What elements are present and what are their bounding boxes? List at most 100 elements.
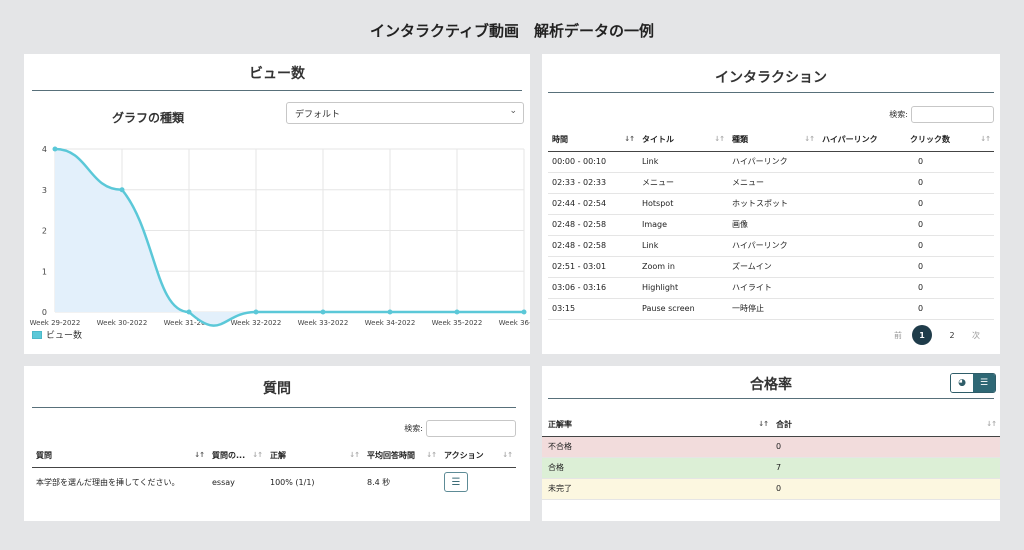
interaction-time: 02:44 - 02:54 (548, 193, 638, 215)
interactions-title: インタラクション (715, 70, 827, 86)
interaction-title: Image (638, 214, 728, 236)
table-row: 02:51 - 03:01 Zoom in ズームイン 0 (548, 256, 994, 278)
col-question-type[interactable]: 質問の... ↓↑ (208, 445, 266, 468)
interaction-hyperlink (818, 151, 906, 173)
interaction-type: 一時停止 (728, 298, 818, 320)
question-avg-time: 8.4 秒 (367, 477, 391, 487)
list-view-button[interactable]: ☰ (973, 374, 995, 392)
col-time[interactable]: 時間 ↓↑ (548, 129, 638, 152)
data-point (119, 187, 125, 193)
interaction-title: Zoom in (638, 256, 728, 278)
interaction-time: 02:51 - 03:01 (548, 256, 638, 278)
pager-prev[interactable]: 前 (894, 330, 902, 341)
question-details-button[interactable]: ☰ (444, 472, 468, 493)
x-tick-label: Week 32-2022 (231, 319, 282, 327)
views-card: ビュー数 グラフの種類 デフォルト ⌄ 0 1 2 3 4 Week 29-2022 Wee… (24, 54, 530, 354)
col-accuracy[interactable]: 正解率 ↓↑ (542, 414, 772, 437)
chart-view-button[interactable]: ◕ (951, 374, 973, 392)
interaction-time: 02:48 - 02:58 (548, 214, 638, 236)
pager-next[interactable]: 次 (972, 330, 980, 341)
table-row: 02:44 - 02:54 Hotspot ホットスポット 0 (548, 193, 994, 215)
interaction-type: ズームイン (728, 256, 818, 278)
interaction-hyperlink (818, 214, 906, 236)
col-hyperlink[interactable]: ハイパーリンク (818, 129, 906, 152)
interaction-title: Hotspot (638, 193, 728, 215)
interactions-search-input[interactable] (911, 106, 994, 123)
passrate-label: 未完了 (542, 478, 772, 500)
table-row: 合格 7 (542, 457, 1000, 479)
y-tick-label: 0 (42, 308, 47, 317)
col-action[interactable]: アクション ↓↑ (440, 445, 516, 468)
interaction-title: Highlight (638, 277, 728, 299)
col-avg-time[interactable]: 平均回答時間 ↓↑ (363, 445, 440, 468)
col-type[interactable]: 種類 ↓↑ (728, 129, 818, 152)
col-correct[interactable]: 正解 ↓↑ (266, 445, 363, 468)
passrate-label: 不合格 (542, 436, 772, 458)
questions-search-input[interactable] (426, 420, 516, 437)
table-row: 02:33 - 02:33 メニュー メニュー 0 (548, 172, 994, 194)
interaction-type: 画像 (728, 214, 818, 236)
interaction-clicks: 0 (906, 298, 994, 320)
interaction-time: 02:33 - 02:33 (548, 172, 638, 194)
interaction-clicks: 0 (906, 172, 994, 194)
interaction-type: ハイパーリンク (728, 151, 818, 173)
x-tick-label: Week 29-2022 (30, 319, 81, 327)
interaction-type: ハイライト (728, 277, 818, 299)
y-tick-label: 1 (42, 267, 47, 276)
x-tick-label: Week 36-2022 (499, 319, 530, 327)
interaction-hyperlink (818, 256, 906, 278)
interactions-divider (548, 92, 994, 93)
interaction-clicks: 0 (906, 235, 994, 257)
views-title: ビュー数 (249, 66, 305, 82)
questions-table: 質問 ↓↑ 質問の... ↓↑ 正解 ↓↑ 平均回答時間 ↓↑ アクション ↓↑ 本学部を… (32, 445, 516, 497)
question-text: 本学部を選んだ理由を挿してください。 (36, 477, 180, 487)
view-toggle: ◕ ☰ (950, 373, 996, 393)
interaction-hyperlink (818, 172, 906, 194)
interaction-type: ホットスポット (728, 193, 818, 215)
passrate-table: 正解率 ↓↑ 合計 ↓↑ 不合格 0 合格 7 未完了 0 (542, 414, 1000, 500)
x-tick-label: Week 30-2022 (97, 319, 148, 327)
pager-page-1[interactable]: 1 (912, 325, 932, 345)
x-tick-label: Week 34-2022 (365, 319, 416, 327)
col-total[interactable]: 合計 ↓↑ (772, 414, 1000, 437)
interactions-card: インタラクション 検索: 時間 ↓↑ タイトル ↓↑ 種類 ↓↑ ハイパーリンク クリ… (542, 54, 1000, 354)
y-tick-label: 2 (42, 227, 47, 236)
interaction-clicks: 0 (906, 151, 994, 173)
passrate-title: 合格率 (750, 377, 792, 393)
passrate-total: 0 (772, 436, 1000, 458)
questions-divider (32, 407, 516, 408)
col-question[interactable]: 質問 ↓↑ (32, 445, 208, 468)
interaction-clicks: 0 (906, 277, 994, 299)
data-point (320, 309, 326, 315)
table-row: 00:00 - 00:10 Link ハイパーリンク 0 (548, 151, 994, 173)
pager-page-2[interactable]: 2 (942, 325, 962, 345)
interaction-hyperlink (818, 235, 906, 257)
data-point (253, 309, 259, 315)
graph-type-label: グラフの種類 (112, 111, 185, 125)
passrate-label: 合格 (542, 457, 772, 479)
questions-title: 質問 (263, 381, 291, 397)
questions-card: 質問 検索: 質問 ↓↑ 質問の... ↓↑ 正解 ↓↑ 平均回答時間 ↓↑ アクション… (24, 366, 530, 521)
question-type: essay (212, 477, 235, 487)
interaction-time: 03:15 (548, 298, 638, 320)
data-point (454, 309, 460, 315)
chart-legend[interactable]: ビュー数 (32, 328, 82, 341)
y-tick-label: 3 (42, 186, 47, 195)
list-icon: ☰ (451, 476, 461, 488)
questions-search: 検索: (404, 420, 516, 437)
interaction-time: 02:48 - 02:58 (548, 235, 638, 257)
table-row: 不合格 0 (542, 436, 1000, 458)
interaction-title: メニュー (638, 172, 728, 194)
x-tick-label: Week 35-2022 (432, 319, 483, 327)
legend-label: ビュー数 (46, 331, 83, 341)
col-title[interactable]: タイトル ↓↑ (638, 129, 728, 152)
interaction-type: メニュー (728, 172, 818, 194)
views-divider (32, 90, 522, 91)
passrate-card: 合格率 ◕ ☰ 正解率 ↓↑ 合計 ↓↑ 不合格 0 合格 7 未完了 0 (542, 366, 1000, 521)
data-point (521, 309, 527, 315)
interaction-clicks: 0 (906, 256, 994, 278)
views-chart: 01234Week 29-2022 Week 30-2022 Week 31-202… (30, 145, 530, 327)
pie-chart-icon: ◕ (958, 378, 966, 388)
col-clicks[interactable]: クリック数 ↓↑ (906, 129, 994, 152)
graph-type-select[interactable]: デフォルト ⌄ (286, 102, 524, 124)
